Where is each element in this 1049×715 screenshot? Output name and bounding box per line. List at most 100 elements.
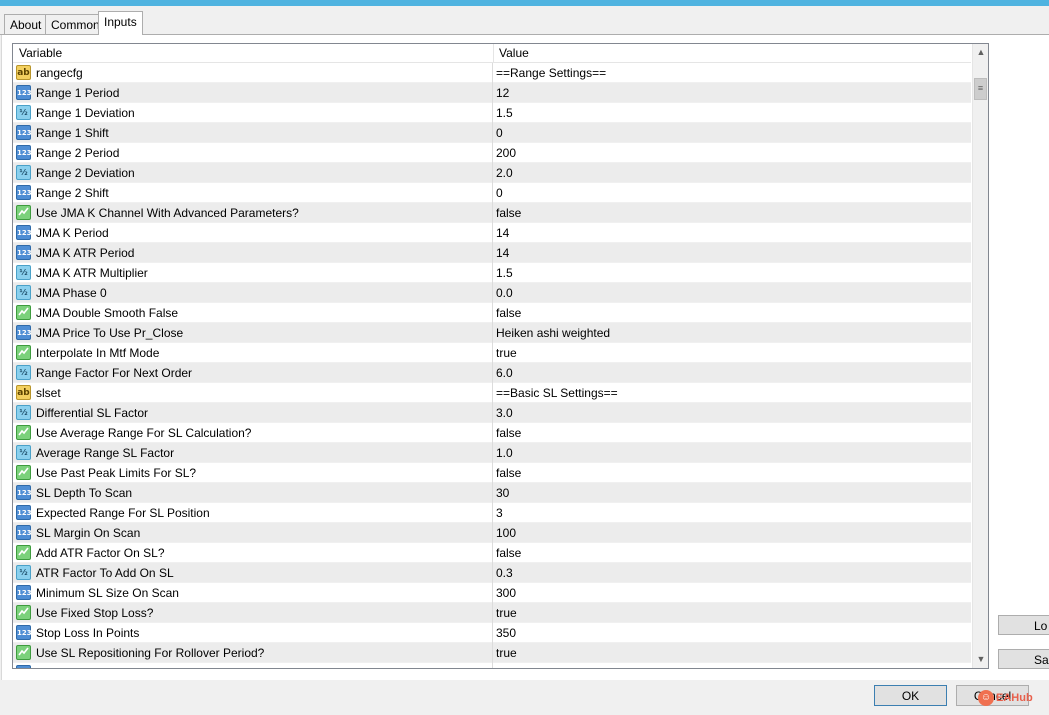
variable-cell: ½ ATR Factor To Add On SL (13, 563, 493, 583)
variable-cell: ab slset (13, 383, 493, 403)
integer-type-icon: 123 (16, 125, 32, 140)
table-row[interactable]: ab rangecfg ==Range Settings== (13, 63, 971, 83)
value-cell[interactable]: 3.0 (494, 403, 971, 423)
value-cell[interactable]: 350 (494, 623, 971, 643)
double-type-icon: ½ (16, 265, 31, 280)
table-row[interactable]: 123 Range 1 Shift 0 (13, 123, 971, 143)
table-row[interactable]: Use Average Range For SL Calculation? fal… (13, 423, 971, 443)
value-cell[interactable]: false (494, 423, 971, 443)
ok-button[interactable]: OK (874, 685, 947, 706)
value-cell[interactable]: 6.0 (494, 363, 971, 383)
table-row[interactable]: 123 Start Hour For Reposition 23 (13, 663, 971, 668)
value-cell[interactable]: 23 (494, 663, 971, 668)
variable-name: JMA Double Smooth False (36, 306, 179, 320)
table-row[interactable]: Use Past Peak Limits For SL? false (13, 463, 971, 483)
table-row[interactable]: Add ATR Factor On SL? false (13, 543, 971, 563)
variable-name: Use Past Peak Limits For SL? (36, 466, 197, 480)
table-row[interactable]: Interpolate In Mtf Mode true (13, 343, 971, 363)
table-row[interactable]: ½ Range Factor For Next Order 6.0 (13, 363, 971, 383)
value-cell[interactable]: true (494, 603, 971, 623)
grid-header: Variable Value (13, 44, 971, 63)
value-cell[interactable]: false (494, 203, 971, 223)
column-header-value[interactable]: Value (493, 44, 529, 62)
tab-about[interactable]: About (4, 14, 48, 35)
variable-name: Expected Range For SL Position (36, 506, 210, 520)
scroll-down-arrow-icon[interactable]: ▼ (973, 651, 988, 668)
value-cell[interactable]: 100 (494, 523, 971, 543)
value-cell[interactable]: false (494, 543, 971, 563)
value-cell[interactable]: Heiken ashi weighted (494, 323, 971, 343)
table-row[interactable]: ½ JMA Phase 0 0.0 (13, 283, 971, 303)
table-row[interactable]: 123 JMA K Period 14 (13, 223, 971, 243)
scroll-thumb[interactable]: ≡ (974, 78, 987, 100)
value-cell[interactable]: 12 (494, 83, 971, 103)
table-row[interactable]: 123 JMA K ATR Period 14 (13, 243, 971, 263)
variable-cell: Use JMA K Channel With Advanced Paramete… (13, 203, 493, 223)
value-cell[interactable]: 3 (494, 503, 971, 523)
variable-cell: 123 JMA K ATR Period (13, 243, 493, 263)
table-row[interactable]: 123 Minimum SL Size On Scan 300 (13, 583, 971, 603)
double-type-icon: ½ (16, 285, 31, 300)
value-cell[interactable]: 14 (494, 243, 971, 263)
table-row[interactable]: ab slset ==Basic SL Settings== (13, 383, 971, 403)
value-cell[interactable]: false (494, 303, 971, 323)
variable-name: Start Hour For Reposition (36, 663, 172, 668)
table-row[interactable]: Use Fixed Stop Loss? true (13, 603, 971, 623)
variable-cell: ½ JMA K ATR Multiplier (13, 263, 493, 283)
value-cell[interactable]: 0.3 (494, 563, 971, 583)
scroll-up-arrow-icon[interactable]: ▲ (973, 44, 988, 61)
variable-cell: ½ Average Range SL Factor (13, 443, 493, 463)
value-cell[interactable]: 30 (494, 483, 971, 503)
table-row[interactable]: ½ Range 2 Deviation 2.0 (13, 163, 971, 183)
table-row[interactable]: 123 Stop Loss In Points 350 (13, 623, 971, 643)
table-row[interactable]: JMA Double Smooth False false (13, 303, 971, 323)
variable-cell: Add ATR Factor On SL? (13, 543, 493, 563)
value-cell[interactable]: false (494, 463, 971, 483)
value-cell[interactable]: 300 (494, 583, 971, 603)
tab-common[interactable]: Common (45, 14, 106, 35)
save-button[interactable]: Sa (998, 649, 1049, 669)
value-cell[interactable]: true (494, 643, 971, 663)
table-row[interactable]: ½ ATR Factor To Add On SL 0.3 (13, 563, 971, 583)
variable-name: SL Margin On Scan (36, 526, 141, 540)
value-cell[interactable]: 0 (494, 183, 971, 203)
value-cell[interactable]: 2.0 (494, 163, 971, 183)
table-row[interactable]: Use SL Repositioning For Rollover Period… (13, 643, 971, 663)
table-row[interactable]: 123 Range 1 Period 12 (13, 83, 971, 103)
variable-name: Range 2 Shift (36, 186, 109, 200)
table-row[interactable]: 123 JMA Price To Use Pr_Close Heiken ashi … (13, 323, 971, 343)
table-row[interactable]: ½ JMA K ATR Multiplier 1.5 (13, 263, 971, 283)
variable-name: JMA Phase 0 (36, 286, 107, 300)
table-row[interactable]: 123 SL Margin On Scan 100 (13, 523, 971, 543)
value-cell[interactable]: 200 (494, 143, 971, 163)
table-row[interactable]: 123 Range 2 Shift 0 (13, 183, 971, 203)
vertical-scrollbar[interactable]: ▲ ≡ ▼ (972, 44, 988, 668)
value-cell[interactable]: 1.5 (494, 263, 971, 283)
table-row[interactable]: ½ Average Range SL Factor 1.0 (13, 443, 971, 463)
value-cell[interactable]: 14 (494, 223, 971, 243)
value-cell[interactable]: ==Basic SL Settings== (494, 383, 971, 403)
value-cell[interactable]: 0.0 (494, 283, 971, 303)
load-button[interactable]: Lo (998, 615, 1049, 635)
value-cell[interactable]: 1.5 (494, 103, 971, 123)
column-header-variable[interactable]: Variable (13, 44, 62, 62)
value-cell[interactable]: ==Range Settings== (494, 63, 971, 83)
variable-cell: 123 JMA K Period (13, 223, 493, 243)
variable-cell: Use Average Range For SL Calculation? (13, 423, 493, 443)
string-type-icon: ab (16, 385, 31, 400)
value-cell[interactable]: 0 (494, 123, 971, 143)
integer-type-icon: 123 (16, 225, 32, 240)
table-row[interactable]: ½ Differential SL Factor 3.0 (13, 403, 971, 423)
tab-inputs[interactable]: Inputs (98, 11, 143, 35)
variable-name: Range 1 Shift (36, 126, 109, 140)
table-row[interactable]: 123 Range 2 Period 200 (13, 143, 971, 163)
table-row[interactable]: ½ Range 1 Deviation 1.5 (13, 103, 971, 123)
variable-cell: 123 Range 1 Shift (13, 123, 493, 143)
value-cell[interactable]: true (494, 343, 971, 363)
double-type-icon: ½ (16, 445, 31, 460)
table-row[interactable]: 123 SL Depth To Scan 30 (13, 483, 971, 503)
table-row[interactable]: Use JMA K Channel With Advanced Paramete… (13, 203, 971, 223)
value-cell[interactable]: 1.0 (494, 443, 971, 463)
table-row[interactable]: 123 Expected Range For SL Position 3 (13, 503, 971, 523)
variable-cell: 123 Start Hour For Reposition (13, 663, 493, 668)
